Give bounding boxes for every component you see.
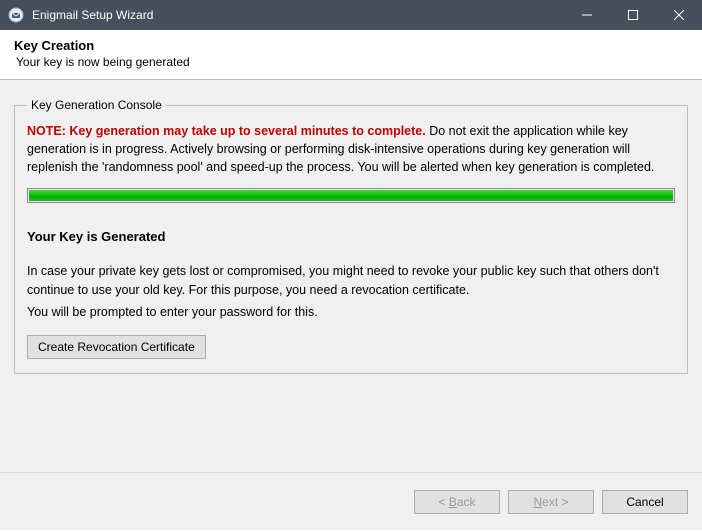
progress-bar — [27, 188, 675, 203]
window-controls — [564, 0, 702, 30]
titlebar: Enigmail Setup Wizard — [0, 0, 702, 30]
revocation-text-1: In case your private key gets lost or co… — [27, 262, 675, 298]
console-legend: Key Generation Console — [27, 98, 166, 112]
key-generation-console: Key Generation Console NOTE: Key generat… — [14, 98, 688, 374]
minimize-button[interactable] — [564, 0, 610, 30]
next-button[interactable]: Next > — [508, 490, 594, 514]
page-title: Key Creation — [14, 38, 688, 53]
back-button[interactable]: < Back — [414, 490, 500, 514]
wizard-header: Key Creation Your key is now being gener… — [0, 30, 702, 80]
wizard-footer: < Back Next > Cancel — [0, 472, 702, 530]
note-label: NOTE: Key generation may take up to seve… — [27, 124, 426, 138]
next-label: Next > — [533, 495, 568, 509]
maximize-button[interactable] — [610, 0, 656, 30]
revocation-text-2: You will be prompted to enter your passw… — [27, 303, 675, 321]
app-icon — [8, 7, 24, 23]
close-button[interactable] — [656, 0, 702, 30]
create-revocation-certificate-button[interactable]: Create Revocation Certificate — [27, 335, 206, 359]
generated-heading: Your Key is Generated — [27, 229, 675, 244]
page-subtitle: Your key is now being generated — [16, 55, 688, 69]
wizard-body: Key Generation Console NOTE: Key generat… — [0, 80, 702, 472]
progress-fill — [29, 190, 673, 201]
window-title: Enigmail Setup Wizard — [32, 8, 564, 22]
note-text: NOTE: Key generation may take up to seve… — [27, 122, 675, 176]
back-label: < Back — [438, 495, 475, 509]
cancel-button[interactable]: Cancel — [602, 490, 688, 514]
